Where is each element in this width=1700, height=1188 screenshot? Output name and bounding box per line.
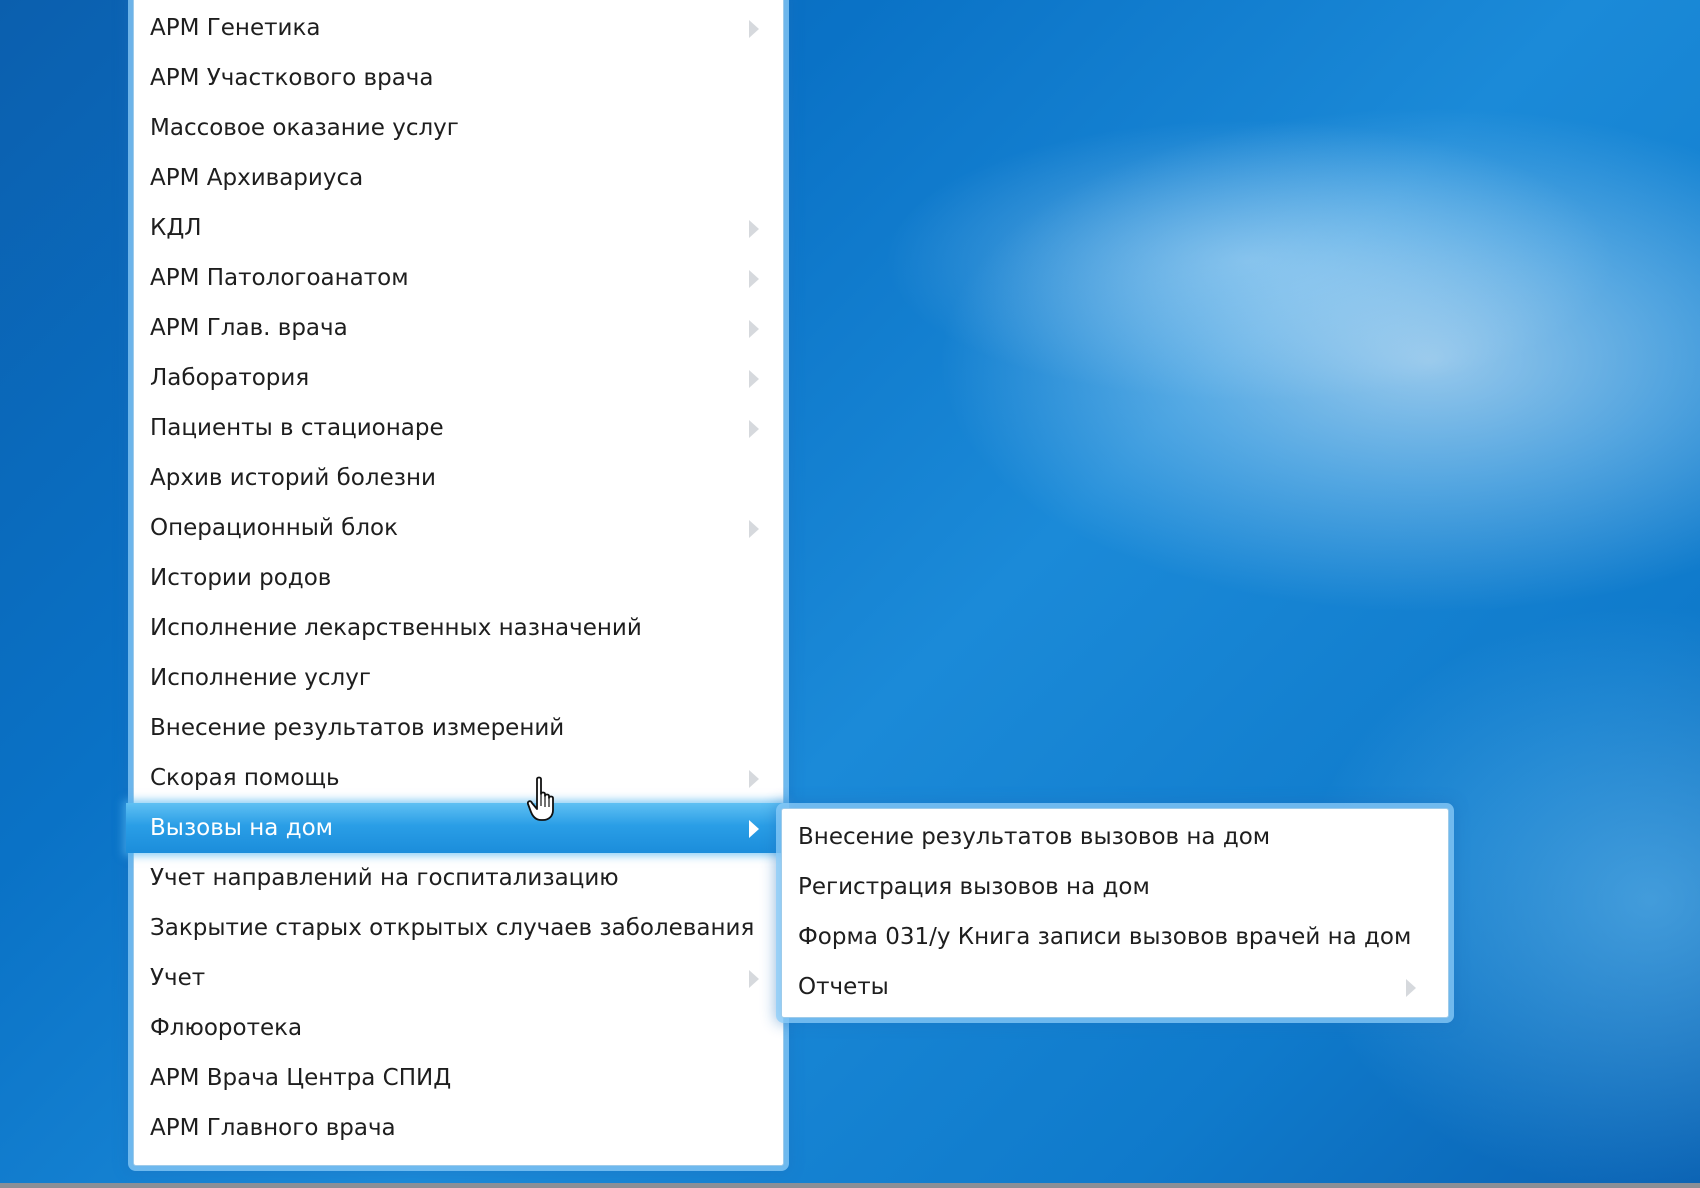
main-menu-item-16[interactable]: Скорая помощь bbox=[134, 753, 783, 803]
main-menu-item-label: Исполнение лекарственных назначений bbox=[150, 615, 642, 641]
main-menu-item-label: АРМ Патологоанатом bbox=[150, 265, 409, 291]
main-menu-item-label: Архив историй болезни bbox=[150, 465, 436, 491]
main-menu-item-12[interactable]: Истории родов bbox=[134, 553, 783, 603]
main-menu-item-9[interactable]: Пациенты в стационаре bbox=[134, 403, 783, 453]
main-menu-item-20[interactable]: Учет bbox=[134, 953, 783, 1003]
taskbar-edge bbox=[0, 1183, 1700, 1188]
submenu-item-label: Форма 031/у Книга записи вызовов врачей … bbox=[798, 924, 1412, 950]
submenu-item-label: Отчеты bbox=[798, 974, 889, 1000]
main-menu-item-17[interactable]: Вызовы на дом bbox=[126, 803, 785, 853]
main-menu-item-label: АРМ Главного врача bbox=[150, 1115, 396, 1141]
main-menu-item-label: АРМ Глав. врача bbox=[150, 315, 348, 341]
main-menu-item-13[interactable]: Исполнение лекарственных назначений bbox=[134, 603, 783, 653]
main-menu-item-label: Истории родов bbox=[150, 565, 332, 591]
main-menu-item-2[interactable]: АРМ Участкового врача bbox=[134, 53, 783, 103]
submenu-arrow-icon bbox=[749, 520, 759, 538]
main-menu-item-label: АРМ Участкового врача bbox=[150, 65, 434, 91]
main-menu-item-label: КДЛ bbox=[150, 215, 202, 241]
submenu-item-1[interactable]: Внесение результатов вызовов на дом bbox=[782, 812, 1448, 862]
submenu-arrow-icon bbox=[749, 420, 759, 438]
main-menu-item-7[interactable]: АРМ Глав. врача bbox=[134, 303, 783, 353]
main-menu-item-label: Закрытие старых открытых случаев заболев… bbox=[150, 915, 755, 941]
main-menu-item-23[interactable]: АРМ Главного врача bbox=[134, 1103, 783, 1153]
main-menu-item-3[interactable]: Массовое оказание услуг bbox=[134, 103, 783, 153]
main-menu-item-22[interactable]: АРМ Врача Центра СПИД bbox=[134, 1053, 783, 1103]
main-menu-item-15[interactable]: Внесение результатов измерений bbox=[134, 703, 783, 753]
main-menu-item-label: Флюоротека bbox=[150, 1015, 303, 1041]
submenu-item-label: Регистрация вызовов на дом bbox=[798, 874, 1150, 900]
main-menu-item-19[interactable]: Закрытие старых открытых случаев заболев… bbox=[134, 903, 783, 953]
main-menu-item-21[interactable]: Флюоротека bbox=[134, 1003, 783, 1053]
submenu-arrow-icon bbox=[749, 220, 759, 238]
submenu-house-calls: Внесение результатов вызовов на дом Регис… bbox=[781, 808, 1449, 1018]
main-menu-item-6[interactable]: АРМ Патологоанатом bbox=[134, 253, 783, 303]
submenu-arrow-icon bbox=[749, 820, 759, 838]
submenu-arrow-icon bbox=[749, 270, 759, 288]
main-menu-item-10[interactable]: Архив историй болезни bbox=[134, 453, 783, 503]
main-menu-item-14[interactable]: Исполнение услуг bbox=[134, 653, 783, 703]
submenu-item-2[interactable]: Регистрация вызовов на дом bbox=[782, 862, 1448, 912]
main-menu-item-label: Внесение результатов измерений bbox=[150, 715, 565, 741]
submenu-arrow-icon bbox=[749, 20, 759, 38]
submenu-arrow-icon bbox=[749, 770, 759, 788]
main-menu-item-8[interactable]: Лаборатория bbox=[134, 353, 783, 403]
submenu-item-4[interactable]: Отчеты bbox=[782, 962, 1448, 1012]
submenu-item-label: Внесение результатов вызовов на дом bbox=[798, 824, 1271, 850]
main-menu-item-18[interactable]: Учет направлений на госпитализацию bbox=[134, 853, 783, 903]
main-menu-item-label: АРМ Архивариуса bbox=[150, 165, 364, 191]
hand-pointer-icon bbox=[527, 776, 554, 821]
submenu-arrow-icon bbox=[749, 320, 759, 338]
main-menu-item-label: Скорая помощь bbox=[150, 765, 340, 791]
submenu-arrow-icon bbox=[749, 970, 759, 988]
submenu-list: Внесение результатов вызовов на дом Регис… bbox=[782, 812, 1448, 1012]
main-menu-item-label: АРМ Генетика bbox=[150, 15, 321, 41]
main-menu-list: АРМ Генетика АРМ Участкового врача Массово… bbox=[126, 3, 785, 1153]
main-menu-item-label: Учет bbox=[150, 965, 206, 991]
main-menu-item-label: Учет направлений на госпитализацию bbox=[150, 865, 619, 891]
main-menu-item-label: Исполнение услуг bbox=[150, 665, 371, 691]
submenu-item-3[interactable]: Форма 031/у Книга записи вызовов врачей … bbox=[782, 912, 1448, 962]
main-menu-item-5[interactable]: КДЛ bbox=[134, 203, 783, 253]
main-menu-item-label: АРМ Врача Центра СПИД bbox=[150, 1065, 452, 1091]
main-menu-item-1[interactable]: АРМ Генетика bbox=[134, 3, 783, 53]
submenu-arrow-icon bbox=[1406, 979, 1416, 997]
main-menu-item-label: Пациенты в стационаре bbox=[150, 415, 444, 441]
submenu-arrow-icon bbox=[749, 370, 759, 388]
main-menu-item-11[interactable]: Операционный блок bbox=[134, 503, 783, 553]
main-menu-item-label: Операционный блок bbox=[150, 515, 399, 541]
main-menu-item-label: Вызовы на дом bbox=[150, 815, 334, 841]
main-menu-item-label: Массовое оказание услуг bbox=[150, 115, 459, 141]
main-menu: АРМ Генетика АРМ Участкового врача Массово… bbox=[126, 0, 785, 1166]
main-menu-item-label: Лаборатория bbox=[150, 365, 310, 391]
main-menu-item-4[interactable]: АРМ Архивариуса bbox=[134, 153, 783, 203]
